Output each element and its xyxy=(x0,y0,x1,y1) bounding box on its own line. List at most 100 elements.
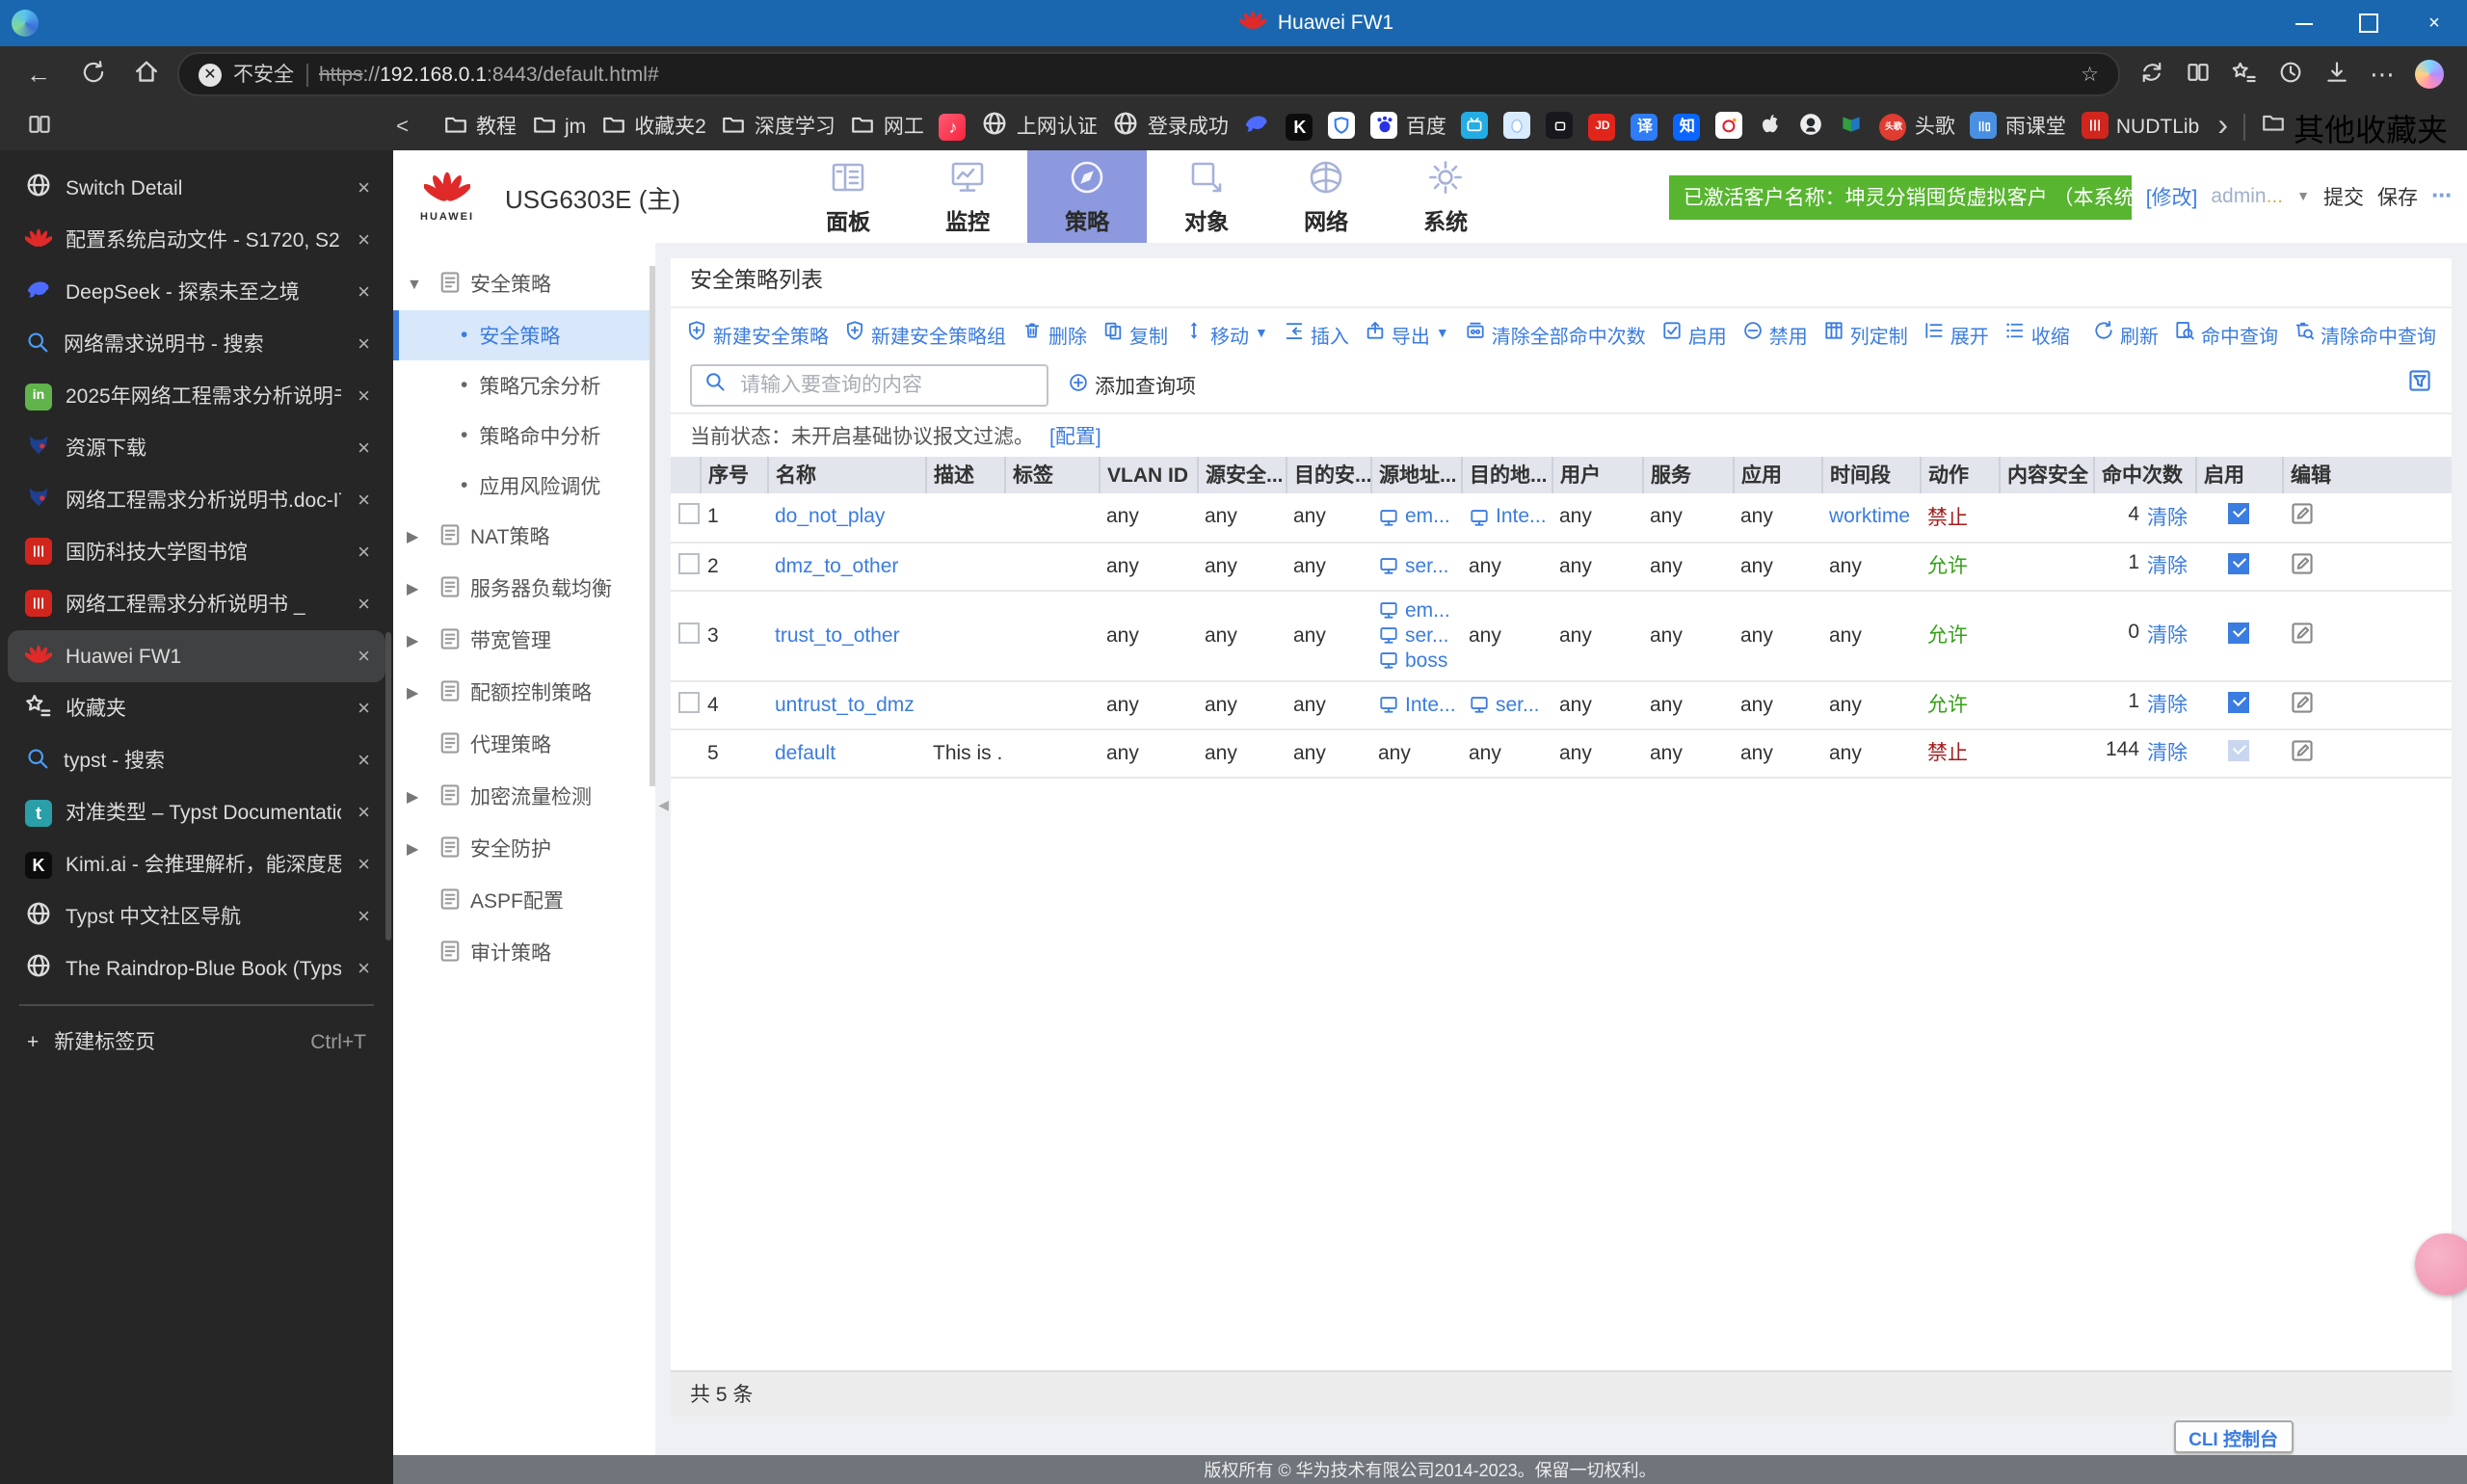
collapse-tree-icon[interactable]: ◀ xyxy=(658,798,669,813)
app-tab-策略[interactable]: 策略 xyxy=(1027,150,1148,243)
tree-group-安全防护[interactable]: ▶ 安全防护 xyxy=(393,823,655,875)
close-button[interactable]: × xyxy=(2401,0,2467,46)
col-header-content-security[interactable]: 内容安全 xyxy=(1999,457,2094,493)
tree-group-带宽管理[interactable]: ▶ 带宽管理 xyxy=(393,615,655,667)
expander-icon[interactable]: ▶ xyxy=(407,528,430,545)
close-tab-icon[interactable]: × xyxy=(354,228,374,252)
app-tab-对象[interactable]: 对象 xyxy=(1147,150,1266,243)
clear-hits-link[interactable]: 清除 xyxy=(2147,738,2188,767)
modify-link[interactable]: [修改] xyxy=(2146,182,2198,211)
minimize-button[interactable] xyxy=(2270,0,2336,46)
submit-button[interactable]: 提交 xyxy=(2323,182,2364,211)
sidebar-scrollbar[interactable] xyxy=(385,632,391,941)
col-header-select[interactable] xyxy=(671,457,701,493)
back-button[interactable]: ← xyxy=(15,51,62,97)
favorites-icon[interactable] xyxy=(2220,51,2267,97)
browser-tab[interactable]: in 2025年网络工程需求分析说明书样 × xyxy=(8,370,385,422)
bookmark-item[interactable] xyxy=(1799,111,1824,142)
tree-item-策略命中分析[interactable]: • 策略命中分析 xyxy=(393,411,655,461)
enable-checkbox[interactable] xyxy=(2228,739,2249,760)
col-header-hits[interactable]: 命中次数 xyxy=(2093,457,2196,493)
toolbar-button-复制[interactable]: 复制 xyxy=(1102,319,1168,348)
bookmark-item[interactable]: 雨课堂 xyxy=(1970,112,2066,141)
col-header-src-zone[interactable]: 源安全... xyxy=(1197,457,1287,493)
bookmark-item[interactable]: 网工 xyxy=(851,111,924,142)
col-header-edit[interactable]: 编辑 xyxy=(2282,457,2452,493)
address-object-link[interactable]: em... xyxy=(1378,598,1453,622)
edit-pencil-icon[interactable] xyxy=(2290,622,2315,650)
toolbar-button-导出[interactable]: 导出 ▼ xyxy=(1365,319,1449,348)
chevron-down-icon[interactable]: ▼ xyxy=(2296,190,2310,203)
cell-time[interactable]: worktime xyxy=(1829,506,1910,529)
clear-hits-link[interactable]: 清除 xyxy=(2147,503,2188,532)
browser-tab[interactable]: 资源下载 × xyxy=(8,422,385,474)
tree-group-ASPF配置[interactable]: ASPF配置 xyxy=(393,875,655,927)
close-tab-icon[interactable]: × xyxy=(354,645,374,668)
bookmark-item[interactable] xyxy=(1759,111,1784,142)
policy-name-link[interactable]: do_not_play xyxy=(775,506,885,529)
col-header-dst-addr[interactable]: 目的地... xyxy=(1461,457,1552,493)
col-header-service[interactable]: 服务 xyxy=(1642,457,1734,493)
collapse-sidebar-icon[interactable]: < xyxy=(396,115,409,138)
bookmark-item[interactable]: 百度 xyxy=(1370,111,1446,142)
col-header-tag[interactable]: 标签 xyxy=(1004,457,1100,493)
expander-icon[interactable]: ▶ xyxy=(407,684,430,702)
bookmark-item[interactable]: jm xyxy=(532,111,586,142)
close-tab-icon[interactable]: × xyxy=(354,593,374,616)
expander-icon[interactable]: ▶ xyxy=(407,580,430,597)
row-checkbox[interactable] xyxy=(678,552,700,573)
browser-tab[interactable]: typst - 搜索 × xyxy=(8,734,385,786)
browser-tab[interactable]: Switch Detail × xyxy=(8,162,385,214)
downloads-icon[interactable] xyxy=(2313,51,2359,97)
tree-scrollbar[interactable] xyxy=(650,266,655,786)
enable-checkbox[interactable] xyxy=(2228,503,2249,525)
tree-group-加密流量检测[interactable]: ▶ 加密流量检测 xyxy=(393,771,655,823)
bookmark-item[interactable]: ♪ xyxy=(939,113,967,140)
col-header-app[interactable]: 应用 xyxy=(1733,457,1822,493)
close-tab-icon[interactable]: × xyxy=(354,801,374,824)
close-tab-icon[interactable]: × xyxy=(354,957,374,980)
browser-tab[interactable]: 网络需求说明书 - 搜索 × xyxy=(8,318,385,370)
tree-group-安全策略[interactable]: ▼ 安全策略 xyxy=(393,258,655,310)
toolbar-button-新建安全策略组[interactable]: 新建安全策略组 xyxy=(844,319,1006,348)
bookmark-item[interactable]: NUDTLib xyxy=(2081,112,2199,141)
col-header-vlan[interactable]: VLAN ID xyxy=(1099,457,1198,493)
enable-checkbox[interactable] xyxy=(2228,691,2249,712)
bookmark-item[interactable]: 知 xyxy=(1673,113,1701,140)
policy-name-link[interactable]: default xyxy=(775,741,836,764)
cli-console-button[interactable]: CLI 控制台 xyxy=(2173,1420,2294,1453)
close-tab-icon[interactable]: × xyxy=(354,384,374,408)
clear-hits-link[interactable]: 清除 xyxy=(2147,690,2188,719)
tree-group-服务器负载均衡[interactable]: ▶ 服务器负载均衡 xyxy=(393,563,655,615)
edit-pencil-icon[interactable] xyxy=(2290,691,2315,720)
filter-icon[interactable] xyxy=(2407,368,2432,403)
close-tab-icon[interactable]: × xyxy=(354,541,374,564)
bookmark-item[interactable]: K xyxy=(1286,113,1313,140)
policy-name-link[interactable]: dmz_to_other xyxy=(775,554,898,577)
search-input-wrap[interactable] xyxy=(690,364,1048,407)
close-tab-icon[interactable]: × xyxy=(354,332,374,356)
bookmark-item[interactable] xyxy=(1840,111,1865,142)
toolbar-button-刷新[interactable]: 刷新 xyxy=(2093,319,2159,348)
app-tab-系统[interactable]: 系统 xyxy=(1386,150,1505,243)
browser-tab-active[interactable]: Huawei FW1 × xyxy=(8,630,385,682)
bookmark-item[interactable]: 登录成功 xyxy=(1113,110,1229,143)
browser-tab[interactable]: K Kimi.ai - 会推理解析，能深度思考的 × xyxy=(8,838,385,890)
browser-tab[interactable]: 国防科技大学图书馆 × xyxy=(8,526,385,578)
expander-icon[interactable]: ▶ xyxy=(407,840,430,858)
toolbar-button-删除[interactable]: 删除 xyxy=(1021,319,1087,348)
other-bookmarks-folder[interactable]: 其他收藏夹 xyxy=(2261,103,2448,149)
app-tab-监控[interactable]: 监控 xyxy=(908,150,1027,243)
row-checkbox[interactable] xyxy=(678,691,700,712)
toolbar-button-清除命中查询[interactable]: 清除命中查询 xyxy=(2294,319,2436,348)
bookmark-item[interactable]: 头歌 头歌 xyxy=(1879,112,1955,141)
close-tab-icon[interactable]: × xyxy=(354,489,374,512)
toolbar-button-命中查询[interactable]: 命中查询 xyxy=(2174,319,2278,348)
close-tab-icon[interactable]: × xyxy=(354,697,374,720)
toolbar-button-移动[interactable]: 移动 ▼ xyxy=(1183,319,1268,348)
col-header-name[interactable]: 名称 xyxy=(767,457,926,493)
toolbar-button-列定制[interactable]: 列定制 xyxy=(1823,319,1908,348)
toolbar-button-清除全部命中次数[interactable]: 清除全部命中次数 xyxy=(1465,319,1646,348)
address-object-link[interactable]: ser... xyxy=(1469,693,1544,716)
new-tab-button[interactable]: + 新建标签页 Ctrl+T xyxy=(0,1016,393,1068)
